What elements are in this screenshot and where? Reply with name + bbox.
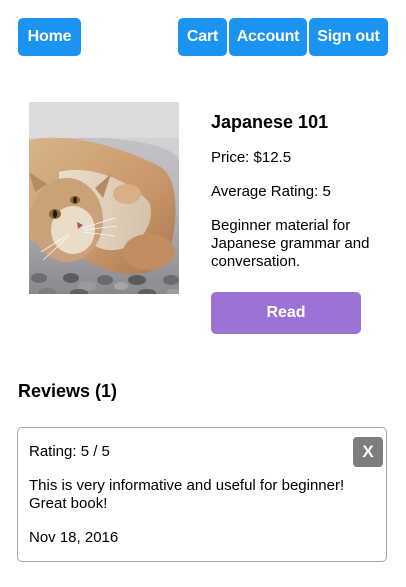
sign-out-button[interactable]: Sign out — [309, 18, 388, 56]
review-card: Rating: 5 / 5 X This is very informative… — [17, 427, 387, 562]
review-date: Nov 18, 2016 — [29, 529, 119, 546]
book-detail-page: Home Cart Account Sign out Japanese 101 … — [0, 0, 406, 587]
cart-button[interactable]: Cart — [178, 18, 227, 56]
book-average-rating: Average Rating: 5 — [211, 183, 331, 200]
home-button[interactable]: Home — [18, 18, 81, 56]
book-title: Japanese 101 — [211, 112, 329, 132]
book-cover-image — [29, 102, 179, 294]
reviews-heading: Reviews (1) — [18, 381, 118, 401]
book-price: Price: $12.5 — [211, 149, 292, 166]
review-rating: Rating: 5 / 5 — [29, 443, 110, 460]
book-description: Beginner material for Japanese grammar a… — [211, 217, 370, 270]
review-text: This is very informative and useful for … — [29, 477, 345, 512]
delete-review-button[interactable]: X — [353, 437, 383, 467]
read-button[interactable]: Read — [211, 292, 361, 334]
account-button[interactable]: Account — [229, 18, 307, 56]
